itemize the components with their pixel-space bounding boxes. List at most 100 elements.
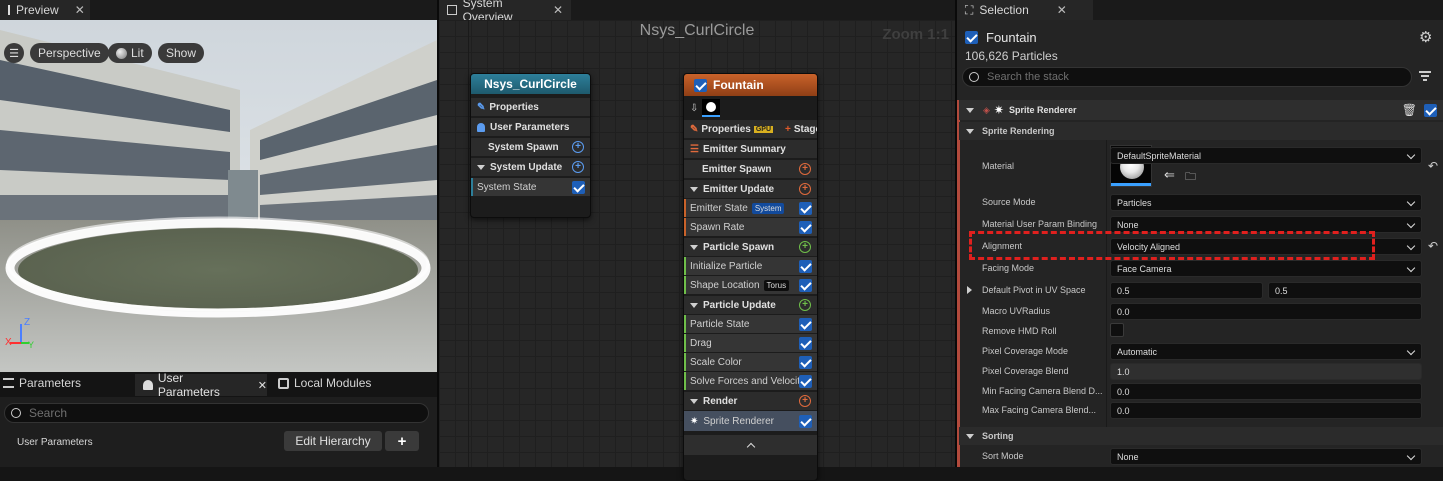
viewport-menu-button[interactable]: ☰ — [4, 43, 24, 63]
particle-update-row[interactable]: Particle Update + — [684, 296, 817, 314]
tab-preview[interactable]: Preview ✕ — [0, 0, 90, 20]
particle-state-checkbox[interactable] — [799, 317, 812, 331]
initialize-particle-row[interactable]: Initialize Particle — [684, 257, 817, 275]
add-module-icon[interactable]: + — [572, 161, 584, 173]
preview-viewport[interactable]: ☰ Perspective Lit Show Z X Y — [0, 20, 437, 372]
add-module-icon[interactable]: + — [572, 141, 584, 153]
add-module-icon[interactable]: + — [799, 241, 811, 253]
pivot-y-field[interactable]: 0.5 — [1268, 282, 1422, 299]
collapse-icon[interactable] — [966, 433, 974, 439]
close-icon[interactable]: ✕ — [258, 379, 267, 392]
initialize-particle-checkbox[interactable] — [799, 259, 812, 273]
emitter-state-checkbox[interactable] — [799, 201, 812, 215]
emitter-node[interactable]: Fountain ⇩ ✎ Properties GPU + Stage ☰ Em… — [683, 73, 818, 481]
add-module-icon[interactable]: + — [799, 163, 811, 175]
emitter-summary-row[interactable]: ☰ Emitter Summary — [684, 140, 817, 158]
sprite-rendering-section[interactable]: Sprite Rendering — [959, 122, 1443, 140]
collapse-icon[interactable] — [966, 107, 974, 113]
tab-system-overview[interactable]: System Overview ✕ — [439, 0, 571, 24]
remove-hmd-checkbox[interactable] — [1110, 323, 1124, 337]
tab-user-parameters[interactable]: User Parameters ✕ — [135, 371, 267, 399]
shape-location-row[interactable]: Shape Location Torus — [684, 276, 817, 294]
sprite-renderer-header[interactable]: ◈ ✷ Sprite Renderer 🗑 — [959, 100, 1443, 120]
system-state-row[interactable]: System State — [471, 178, 590, 196]
browse-icon[interactable]: 🗀 — [1185, 168, 1196, 187]
max-facing-field[interactable]: 0.0 — [1110, 402, 1422, 419]
reset-icon[interactable]: ↶ — [1428, 239, 1438, 253]
add-stage-icon[interactable]: + — [785, 124, 791, 135]
pencil-icon: ✎ — [477, 101, 486, 113]
trash-icon[interactable]: 🗑 — [1402, 103, 1417, 117]
system-graph[interactable]: Nsys_CurlCircle Zoom 1:1 Nsys_CurlCircle… — [439, 20, 955, 481]
system-user-parameters-row[interactable]: User Parameters — [471, 118, 590, 136]
close-icon[interactable]: ✕ — [553, 3, 563, 17]
emitter-update-row[interactable]: Emitter Update + — [684, 180, 817, 198]
emitter-state-row[interactable]: Emitter State System — [684, 199, 817, 217]
expand-icon[interactable] — [967, 286, 972, 294]
spawn-rate-row[interactable]: Spawn Rate — [684, 218, 817, 236]
reset-icon[interactable]: ↶ — [1428, 159, 1438, 173]
system-node[interactable]: Nsys_CurlCircle ✎ Properties User Parame… — [470, 73, 591, 218]
sprite-renderer-row[interactable]: ✷ Sprite Renderer — [684, 411, 817, 431]
expand-icon[interactable] — [690, 186, 698, 192]
sprite-renderer-checkbox[interactable] — [799, 414, 812, 428]
sorting-section[interactable]: Sorting — [959, 427, 1443, 445]
macro-uv-field[interactable]: 0.0 — [1110, 303, 1422, 320]
collapse-icon[interactable] — [966, 128, 974, 134]
edit-hierarchy-button[interactable]: Edit Hierarchy — [284, 431, 382, 451]
sprite-thumbnail[interactable] — [702, 99, 721, 117]
expand-icon[interactable] — [690, 302, 698, 308]
emitter-node-header[interactable]: Fountain — [684, 74, 817, 96]
scale-color-checkbox[interactable] — [799, 355, 812, 369]
add-module-icon[interactable]: + — [799, 299, 811, 311]
stage-label[interactable]: Stage — [794, 124, 817, 135]
min-facing-field[interactable]: 0.0 — [1110, 383, 1422, 400]
expand-icon[interactable] — [477, 164, 485, 170]
collapse-node-button[interactable] — [684, 435, 817, 455]
gear-icon[interactable]: ⚙ — [1419, 28, 1432, 46]
filter-icon[interactable] — [1419, 71, 1431, 81]
spawn-rate-checkbox[interactable] — [799, 220, 812, 234]
selection-enable-checkbox[interactable] — [965, 31, 978, 44]
renderer-enable-checkbox[interactable] — [1424, 103, 1437, 117]
pixel-cov-blend-field[interactable]: 1.0 — [1110, 363, 1422, 380]
expand-icon[interactable] — [690, 398, 698, 404]
tab-parameters[interactable]: Parameters — [3, 376, 81, 390]
system-state-checkbox[interactable] — [572, 180, 585, 194]
add-parameter-button[interactable]: + — [385, 431, 419, 451]
parameters-search-input[interactable]: Search — [4, 403, 429, 423]
close-icon[interactable]: ✕ — [75, 3, 85, 17]
shape-location-checkbox[interactable] — [799, 278, 812, 292]
system-spawn-row[interactable]: System Spawn + — [471, 138, 590, 156]
particle-spawn-row[interactable]: Particle Spawn + — [684, 238, 817, 256]
particle-state-row[interactable]: Particle State — [684, 315, 817, 333]
emitter-spawn-row[interactable]: Emitter Spawn + — [684, 160, 817, 178]
solve-forces-checkbox[interactable] — [799, 374, 812, 388]
stack-search-input[interactable]: Search the stack — [962, 67, 1412, 87]
solve-forces-row[interactable]: Solve Forces and Velocity — [684, 372, 817, 390]
tab-local-modules[interactable]: Local Modules — [278, 376, 371, 390]
add-module-icon[interactable]: + — [799, 183, 811, 195]
drag-checkbox[interactable] — [799, 336, 812, 350]
lit-button[interactable]: Lit — [108, 43, 152, 63]
emitter-properties-row[interactable]: ✎ Properties GPU + Stage — [684, 120, 817, 138]
scale-color-row[interactable]: Scale Color — [684, 353, 817, 371]
pivot-x-field[interactable]: 0.5 — [1110, 282, 1263, 299]
sort-mode-dropdown[interactable]: None — [1110, 448, 1422, 465]
facing-mode-dropdown[interactable]: Face Camera — [1110, 260, 1422, 277]
pixel-cov-mode-dropdown[interactable]: Automatic — [1110, 343, 1422, 360]
perspective-button[interactable]: Perspective — [30, 43, 109, 63]
add-renderer-icon[interactable]: + — [799, 395, 811, 407]
system-properties-row[interactable]: ✎ Properties — [471, 98, 590, 116]
source-mode-dropdown[interactable]: Particles — [1110, 194, 1422, 211]
render-row[interactable]: Render + — [684, 392, 817, 410]
close-icon[interactable]: ✕ — [1057, 3, 1067, 17]
system-update-row[interactable]: System Update + — [471, 158, 590, 176]
material-dropdown[interactable]: DefaultSpriteMaterial — [1110, 147, 1422, 164]
use-selected-icon[interactable]: ⇐ — [1164, 167, 1175, 183]
tab-selection[interactable]: ⛶ Selection ✕ — [957, 0, 1093, 20]
emitter-enable-checkbox[interactable] — [694, 78, 707, 92]
expand-icon[interactable] — [690, 244, 698, 250]
drag-row[interactable]: Drag — [684, 334, 817, 352]
show-button[interactable]: Show — [158, 43, 205, 63]
